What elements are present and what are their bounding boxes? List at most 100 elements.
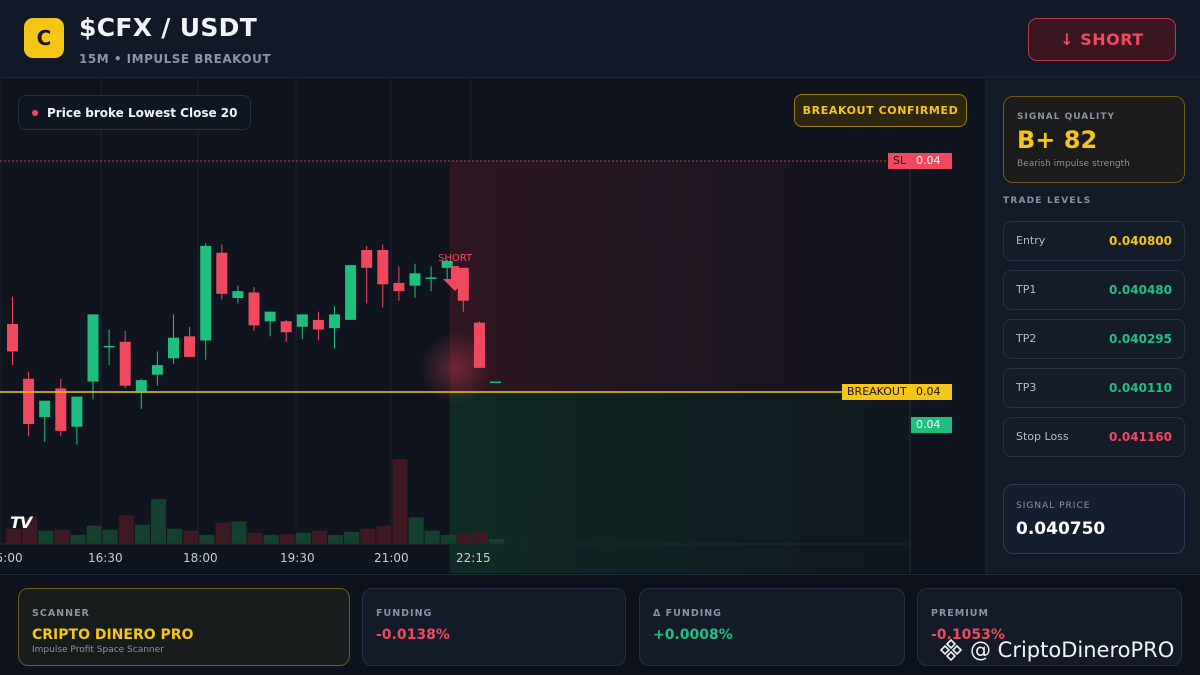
- volume-bar: [247, 532, 263, 544]
- short-marker-label: SHORT: [438, 253, 473, 264]
- time-axis-label: 16:30: [88, 551, 123, 565]
- premium-label: PREMIUM: [931, 608, 989, 619]
- volume-bar: [70, 534, 86, 544]
- funding-label: FUNDING: [376, 608, 433, 619]
- volume-bar: [489, 538, 505, 544]
- signal-sidebar: SIGNAL QUALITY B+ 82 Bearish impulse str…: [986, 79, 1200, 573]
- volume-bar: [231, 521, 247, 544]
- level-label: TP3: [1016, 381, 1037, 394]
- signal-price-card: SIGNAL PRICE 0.040750: [1003, 484, 1185, 554]
- time-axis-label: 22:15: [456, 551, 491, 565]
- coin-logo: C: [24, 18, 64, 58]
- delta-funding-label: Δ FUNDING: [653, 608, 722, 619]
- level-tp3: TP3 0.040110: [1003, 368, 1185, 408]
- candle-body: [184, 336, 196, 357]
- watermark-text: @ CriptoDineroPRO: [970, 638, 1175, 662]
- funding-card: FUNDING -0.0138%: [362, 588, 626, 666]
- level-stop-loss: Stop Loss 0.041160: [1003, 417, 1185, 457]
- time-axis-label: 18:00: [183, 551, 218, 565]
- volume-bar: [86, 525, 102, 544]
- candle-body: [425, 277, 437, 279]
- candle-body: [23, 378, 35, 425]
- breakout-info-text: Price broke Lowest Close 20: [47, 105, 238, 120]
- candle-body: [135, 380, 147, 392]
- level-entry: Entry 0.040800: [1003, 221, 1185, 261]
- level-label: TP2: [1016, 332, 1037, 345]
- candle-body: [168, 337, 179, 359]
- target-zone: [450, 392, 910, 573]
- time-axis-label: 15:00: [0, 551, 23, 565]
- candle-body: [7, 324, 18, 352]
- signal-price-value: 0.040750: [1016, 519, 1106, 539]
- scanner-name: CRIPTO DINERO PRO: [32, 627, 194, 643]
- candle-body: [312, 319, 324, 330]
- candle-body: [119, 341, 131, 386]
- sl-price-tag: 0.04: [911, 153, 952, 169]
- volume-bar: [167, 528, 183, 544]
- level-value: 0.040480: [1108, 283, 1172, 297]
- status-dot-icon: [32, 110, 38, 116]
- level-label: Stop Loss: [1016, 430, 1069, 443]
- volume-bar: [215, 522, 231, 544]
- candle-body: [377, 250, 389, 285]
- price-chart[interactable]: 15:00 16:30 18:00 19:30 21:00 22:15 SHORT Pri…: [0, 79, 985, 573]
- signal-price-label: SIGNAL PRICE: [1016, 501, 1091, 511]
- candle-body: [329, 314, 340, 329]
- signal-quality-label: SIGNAL QUALITY: [1017, 112, 1115, 122]
- candle-body: [361, 250, 373, 268]
- signal-quality-desc: Bearish impulse strength: [1017, 159, 1130, 169]
- candle-body: [200, 245, 212, 341]
- volume-bar: [295, 532, 311, 544]
- candle-body: [71, 396, 83, 427]
- last-price-tag: 0.04: [911, 417, 952, 433]
- trade-levels-title: TRADE LEVELS: [1003, 196, 1092, 206]
- watermark: @ CriptoDineroPRO: [938, 637, 1174, 663]
- volume-bar: [183, 530, 199, 544]
- volume-bar: [150, 499, 166, 544]
- volume-bar: [263, 534, 279, 544]
- volume-bar: [102, 529, 118, 544]
- sl-tag: SL: [888, 153, 912, 169]
- candle-body: [473, 322, 485, 368]
- volume-bar: [376, 525, 392, 544]
- volume-bar: [472, 531, 488, 544]
- scanner-card: SCANNER CRIPTO DINERO PRO Impulse Profit…: [18, 588, 350, 666]
- funding-value: -0.0138%: [376, 627, 450, 643]
- level-tp1: TP1 0.040480: [1003, 270, 1185, 310]
- candle-body: [55, 388, 67, 431]
- candle-body: [87, 314, 99, 382]
- app-root: C $CFX / USDT 15M • IMPULSE BREAKOUT ↓ S…: [0, 0, 1200, 675]
- candle-body: [280, 321, 292, 333]
- volume-bar: [424, 530, 440, 544]
- tradingview-logo[interactable]: TV: [10, 513, 32, 532]
- candle-body: [232, 291, 244, 298]
- volume-bar: [328, 534, 344, 544]
- candle-body: [393, 282, 405, 292]
- arrow-down-icon: ↓: [1060, 30, 1075, 49]
- candle-body: [296, 314, 308, 327]
- breakout-info-pill: Price broke Lowest Close 20: [18, 95, 252, 130]
- scanner-label: SCANNER: [32, 608, 90, 619]
- level-value: 0.041160: [1108, 430, 1172, 444]
- volume-bar: [440, 534, 456, 544]
- signal-quality-value: B+ 82: [1017, 126, 1098, 154]
- delta-funding-value: +0.0008%: [653, 627, 733, 643]
- level-tp2: TP2 0.040295: [1003, 319, 1185, 359]
- candle-body: [39, 400, 51, 418]
- candle-body: [216, 252, 228, 294]
- pair-title: $CFX / USDT: [79, 13, 258, 42]
- level-value: 0.040800: [1108, 234, 1172, 248]
- header: C $CFX / USDT 15M • IMPULSE BREAKOUT ↓ S…: [0, 0, 1200, 78]
- volume-bar: [344, 531, 360, 544]
- breakout-price-tag: 0.04: [911, 384, 952, 400]
- signal-quality-card: SIGNAL QUALITY B+ 82 Bearish impulse str…: [1003, 96, 1185, 183]
- time-axis-label: 21:00: [374, 551, 409, 565]
- volume-bar: [456, 533, 472, 544]
- level-value: 0.040110: [1108, 381, 1172, 395]
- candle-body: [151, 365, 163, 375]
- timeframe-subtitle: 15M • IMPULSE BREAKOUT: [79, 52, 272, 66]
- volume-bar: [134, 524, 150, 544]
- short-button[interactable]: ↓ SHORT: [1028, 18, 1176, 61]
- candlestick-chart[interactable]: 15:00 16:30 18:00 19:30 21:00 22:15 SHORT: [0, 79, 985, 573]
- volume-bar: [54, 529, 70, 544]
